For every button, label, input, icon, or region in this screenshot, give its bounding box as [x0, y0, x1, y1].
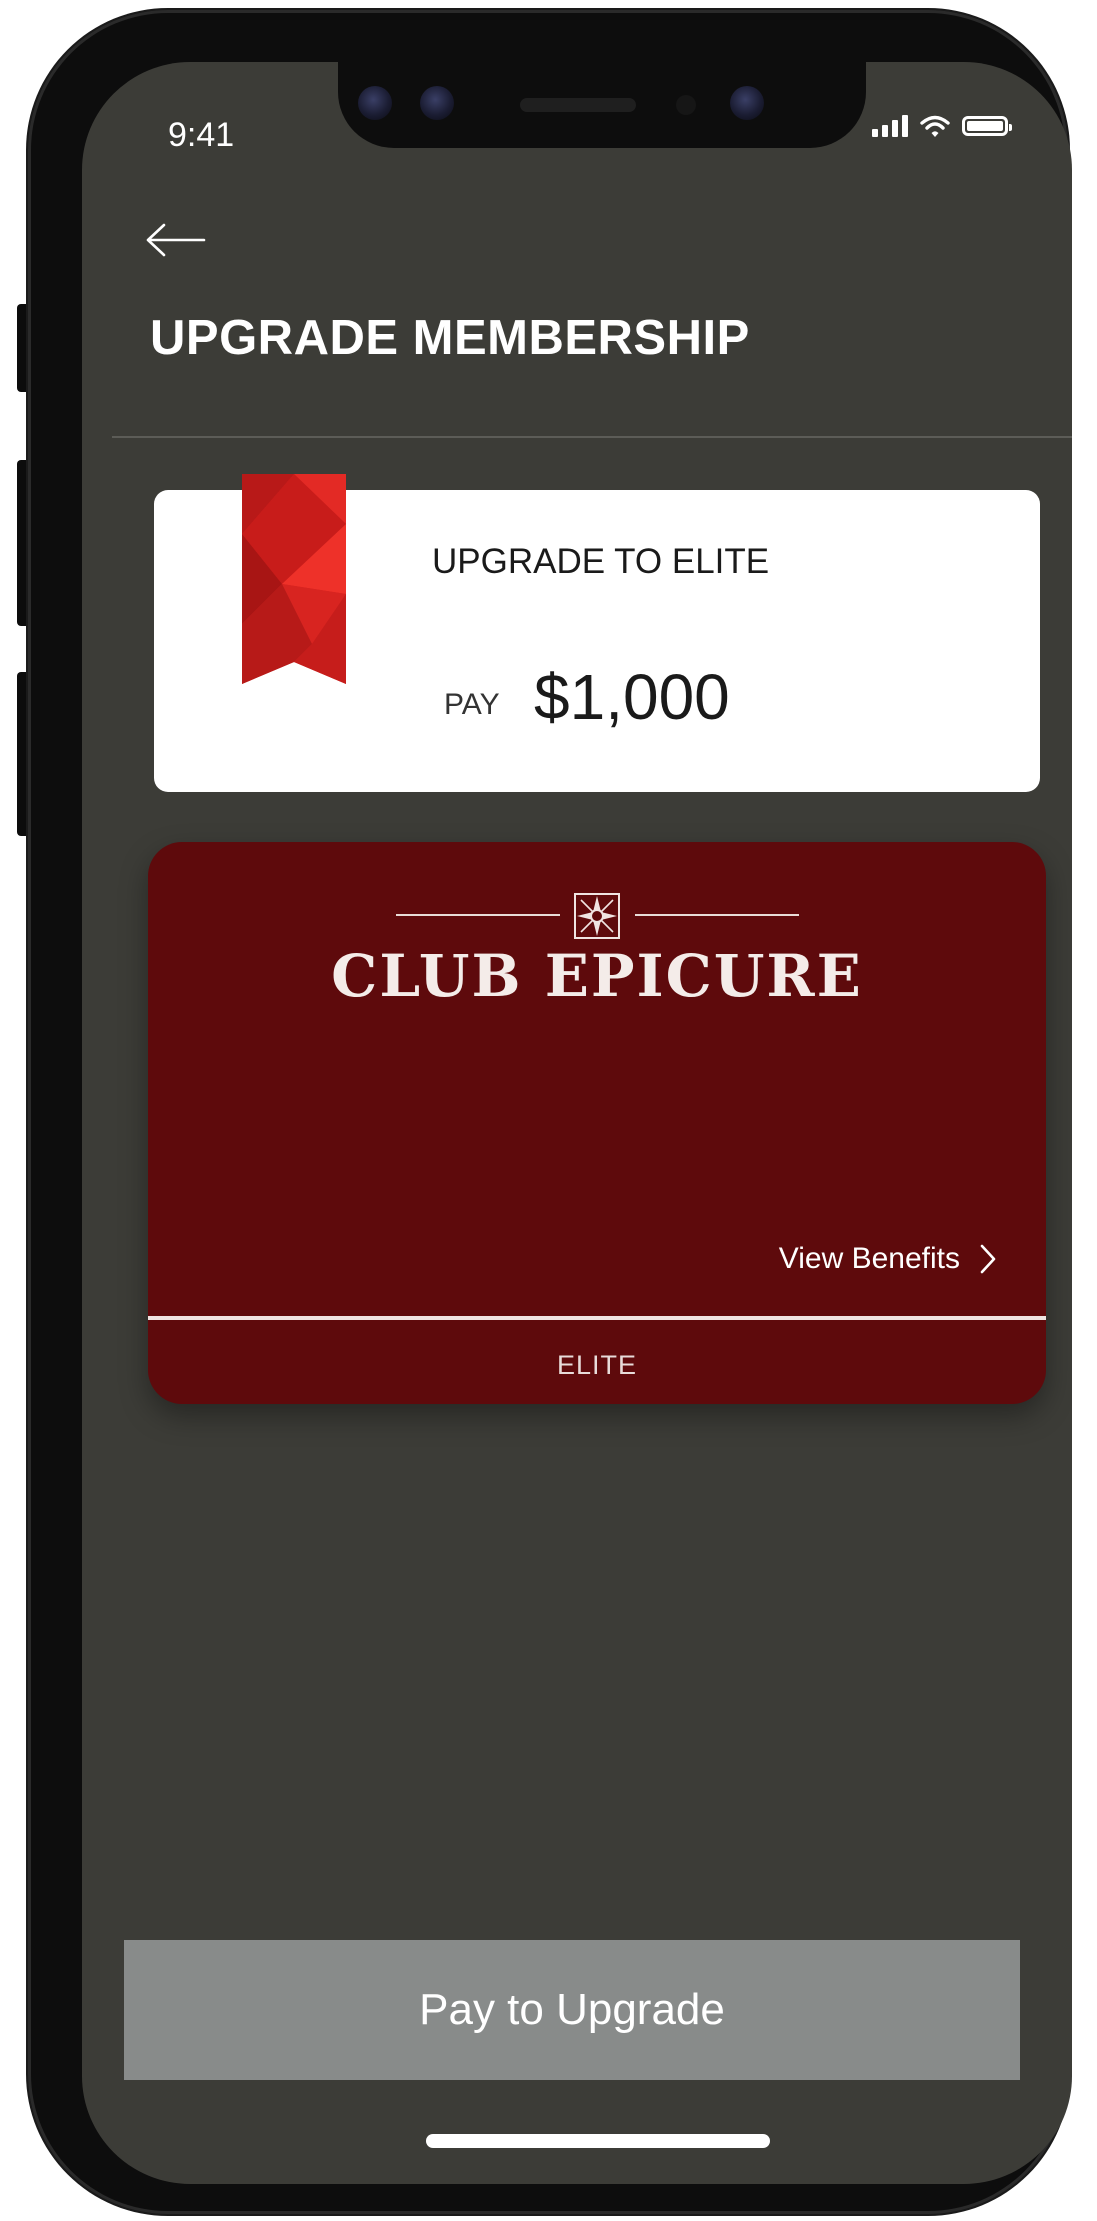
speaker — [520, 98, 636, 112]
screen: 9:41 UPGRADE MEMBERSHIP UPGRADE TO ELITE… — [82, 62, 1072, 2184]
membership-card: CLUB EPICURE View Benefits ELITE — [148, 842, 1046, 1404]
header-divider — [112, 436, 1072, 438]
card-divider — [148, 1316, 1046, 1320]
wifi-icon — [920, 115, 950, 137]
club-emblem-icon — [574, 893, 620, 939]
card-rule-left — [396, 914, 560, 916]
home-indicator[interactable] — [426, 2134, 770, 2148]
status-icons — [872, 114, 1012, 138]
view-benefits-link[interactable]: View Benefits — [779, 1242, 996, 1276]
card-rule-right — [635, 914, 799, 916]
page-title: UPGRADE MEMBERSHIP — [150, 311, 750, 365]
front-camera — [730, 86, 764, 120]
pay-to-upgrade-button[interactable]: Pay to Upgrade — [124, 1940, 1020, 2080]
pay-amount: $1,000 — [534, 661, 730, 733]
pay-label: PAY — [444, 688, 500, 721]
ribbon-icon — [242, 474, 346, 684]
proximity-sensor — [676, 95, 696, 115]
sensor — [358, 86, 392, 120]
upgrade-summary-card: UPGRADE TO ELITE PAY $1,000 — [154, 474, 1040, 792]
notch — [338, 62, 866, 148]
phone-frame: 9:41 UPGRADE MEMBERSHIP UPGRADE TO ELITE… — [28, 10, 1072, 2214]
club-name: CLUB EPICURE — [331, 942, 863, 1010]
signal-icon — [872, 115, 908, 137]
status-time: 9:41 — [168, 116, 235, 154]
back-arrow-icon[interactable] — [144, 222, 206, 258]
chevron-right-icon — [980, 1244, 996, 1274]
sensor — [420, 86, 454, 120]
upgrade-tier-label: UPGRADE TO ELITE — [432, 542, 770, 581]
battery-icon — [962, 116, 1012, 136]
membership-tier: ELITE — [556, 1350, 638, 1380]
view-benefits-label: View Benefits — [778, 1242, 960, 1275]
